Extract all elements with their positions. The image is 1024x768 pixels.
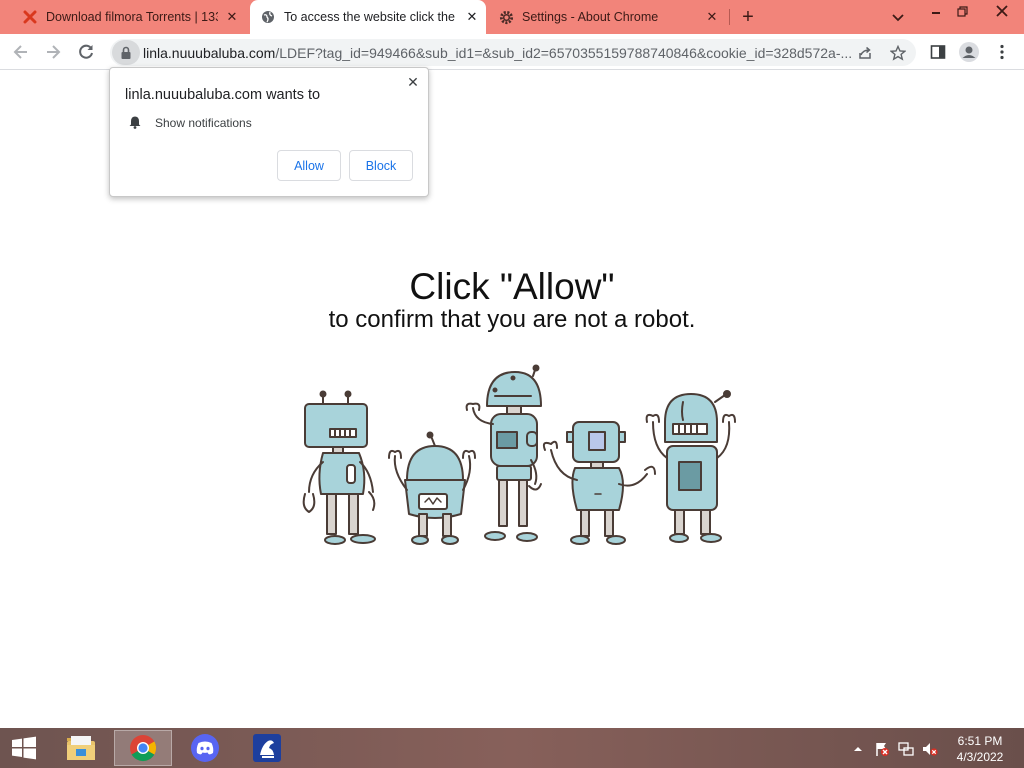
close-tab-icon[interactable]: ✕ xyxy=(704,9,720,25)
globe-icon xyxy=(260,9,276,25)
x-icon xyxy=(22,9,38,25)
lock-icon[interactable] xyxy=(112,40,140,65)
address-bar[interactable]: linla.nuuubaluba.com/LDEF?tag_id=949466&… xyxy=(110,39,916,66)
share-icon[interactable] xyxy=(856,44,874,62)
tab-filmora[interactable]: Download filmora Torrents | 1337 ✕ xyxy=(14,0,246,34)
popup-title: linla.nuuubaluba.com wants to xyxy=(125,87,321,103)
url-text: linla.nuuubaluba.com/LDEF?tag_id=949466&… xyxy=(143,45,853,61)
app-taskbar-icon[interactable] xyxy=(238,730,296,766)
discord-taskbar-icon[interactable] xyxy=(176,730,234,766)
taskbar-clock[interactable]: 6:51 PM 4/3/2022 xyxy=(948,733,1012,765)
allow-button[interactable]: Allow xyxy=(277,150,341,181)
robot-3 xyxy=(465,364,542,542)
gear-icon xyxy=(498,9,514,25)
page-headline: Click "Allow" xyxy=(409,266,615,307)
taskbar: 6:51 PM 4/3/2022 xyxy=(0,728,1024,768)
volume-muted-icon[interactable] xyxy=(922,741,938,757)
close-icon[interactable]: ✕ xyxy=(406,75,420,89)
url-path: /LDEF?tag_id=949466&sub_id1=&sub_id2=657… xyxy=(275,45,853,61)
tab-active[interactable]: To access the website click the "A ✕ xyxy=(250,0,486,34)
url-host: linla.nuuubaluba.com xyxy=(143,45,276,61)
tab-strip: Download filmora Torrents | 1337 ✕ To ac… xyxy=(0,0,1024,34)
robot-2 xyxy=(388,431,476,545)
notification-permission-popup: linla.nuuubaluba.com wants to ✕ Show not… xyxy=(109,67,429,197)
block-button[interactable]: Block xyxy=(349,150,413,181)
close-window-button[interactable] xyxy=(982,0,1022,22)
chevron-down-icon[interactable] xyxy=(890,9,906,25)
forward-button[interactable] xyxy=(41,40,65,64)
side-panel-icon[interactable] xyxy=(928,42,948,62)
start-button[interactable] xyxy=(0,730,48,766)
back-button[interactable] xyxy=(9,40,33,64)
close-tab-icon[interactable]: ✕ xyxy=(464,9,480,25)
tab-title: To access the website click the "A xyxy=(284,10,458,24)
toolbar: linla.nuuubaluba.com/LDEF?tag_id=949466&… xyxy=(0,34,1024,70)
tab-separator xyxy=(729,9,730,25)
clock-time: 6:51 PM xyxy=(957,734,1003,748)
menu-dots-icon[interactable] xyxy=(992,42,1012,62)
tab-title: Settings - About Chrome xyxy=(522,10,659,24)
bell-icon xyxy=(128,115,142,129)
permission-label: Show notifications xyxy=(155,116,252,130)
robots-illustration xyxy=(302,364,736,545)
robot-5 xyxy=(645,390,736,543)
restore-button[interactable] xyxy=(947,0,977,22)
star-icon[interactable] xyxy=(889,44,907,62)
profile-avatar-icon[interactable] xyxy=(959,42,979,62)
reload-button[interactable] xyxy=(74,40,98,64)
page-subline: to confirm that you are not a robot. xyxy=(328,306,696,333)
action-center-flag-icon[interactable] xyxy=(874,741,890,757)
close-tab-icon[interactable]: ✕ xyxy=(224,9,240,25)
robot-1 xyxy=(302,390,376,545)
tray-expand-icon[interactable] xyxy=(850,741,866,757)
new-tab-button[interactable]: + xyxy=(738,6,758,28)
tab-title: Download filmora Torrents | 1337 xyxy=(46,10,218,24)
network-icon[interactable] xyxy=(898,741,914,757)
robot-4 xyxy=(542,421,656,545)
tab-settings[interactable]: Settings - About Chrome ✕ xyxy=(490,0,726,34)
chrome-taskbar-icon[interactable] xyxy=(114,730,172,766)
file-explorer-icon[interactable] xyxy=(52,730,110,766)
clock-date: 4/3/2022 xyxy=(956,750,1004,764)
